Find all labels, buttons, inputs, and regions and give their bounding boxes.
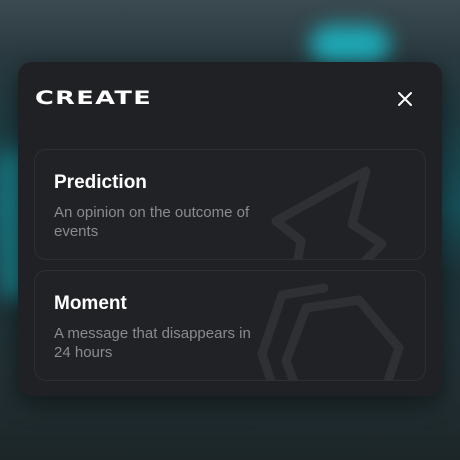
modal-title: CREATE bbox=[35, 87, 153, 109]
option-title: Moment bbox=[54, 293, 127, 314]
option-description: A message that disappears in 24 hours bbox=[54, 325, 251, 361]
create-modal: CREATE Prediction An opinion on the outc… bbox=[18, 62, 442, 396]
option-description: An opinion on the outcome of events bbox=[54, 204, 250, 240]
close-icon[interactable] bbox=[394, 88, 416, 110]
option-moment[interactable]: Moment A message that disappears in 24 h… bbox=[34, 270, 426, 381]
option-prediction[interactable]: Prediction An opinion on the outcome of … bbox=[34, 149, 426, 260]
background-blur bbox=[310, 25, 390, 65]
option-title: Prediction bbox=[54, 172, 147, 193]
